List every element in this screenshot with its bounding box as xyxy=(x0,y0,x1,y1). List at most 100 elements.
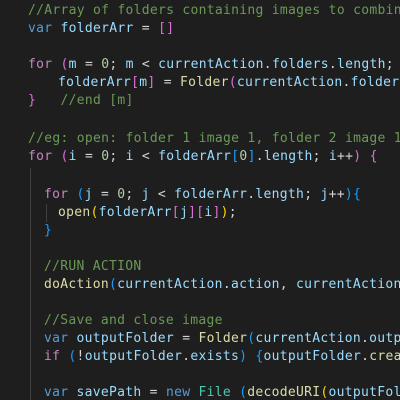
code-token-variable: folderArr xyxy=(98,205,172,220)
code-token-bracket1: ( xyxy=(320,385,329,400)
code-line[interactable]: if (!outputFolder.exists) {outputFolder.… xyxy=(44,348,400,366)
code-token-bracket3: ( xyxy=(76,187,85,202)
code-token-text: . xyxy=(222,277,231,292)
code-token-bracket2: [ xyxy=(171,205,180,220)
code-token-bracket3: ) xyxy=(344,187,353,202)
code-token-text: ; xyxy=(109,149,126,164)
code-token-keyword: new xyxy=(165,385,191,400)
code-token-text: < xyxy=(133,149,159,164)
code-line[interactable]: doAction(currentAction.action, currentAc… xyxy=(44,276,400,294)
code-token-variable: length xyxy=(336,57,386,72)
code-token-variable: currentAction xyxy=(158,57,264,72)
code-token-text: ++ xyxy=(328,187,345,202)
code-token-text: ; xyxy=(312,149,329,164)
code-line[interactable]: for (m = 0; m < currentAction.folders.le… xyxy=(28,56,400,74)
code-token-comment: //Array of folders containing images to … xyxy=(28,3,400,18)
code-token-text: , xyxy=(279,277,296,292)
code-line[interactable]: folderArr[m] = Folder(currentAction.fold… xyxy=(58,74,400,92)
code-token-text: ; xyxy=(109,57,126,72)
code-token-function: create xyxy=(369,349,400,364)
code-token-bracket2: ( xyxy=(60,149,69,164)
code-token-bracket2: ] xyxy=(147,75,156,90)
code-token-variable: outputFolder xyxy=(84,349,183,364)
code-token-text: = xyxy=(141,385,166,400)
code-token-comment: //end [m] xyxy=(60,93,134,108)
code-token-number: 0 xyxy=(239,149,248,164)
code-token-control: for xyxy=(28,149,53,164)
code-token-text: ; xyxy=(228,205,237,220)
code-line[interactable]: } xyxy=(44,222,52,240)
code-token-function: open xyxy=(58,205,91,220)
code-token-function: decodeURI xyxy=(247,385,321,400)
code-token-class: File xyxy=(198,385,231,400)
code-token-text: = xyxy=(92,187,118,202)
code-token-keyword: var xyxy=(44,331,69,346)
code-token-variable: savePath xyxy=(76,385,142,400)
code-token-text: . xyxy=(342,75,351,90)
code-line[interactable]: var folderArr = [] xyxy=(28,20,174,38)
code-token-function: doAction xyxy=(44,277,110,292)
code-token-variable: folders xyxy=(350,75,400,90)
code-token-text: = xyxy=(76,57,102,72)
code-token-bracket1: ) xyxy=(220,205,229,220)
code-token-bracket3: { xyxy=(353,187,362,202)
code-token-variable: folderArr xyxy=(174,187,248,202)
code-token-variable: length xyxy=(255,187,305,202)
code-line[interactable]: for (i = 0; i < folderArr[0].length; i++… xyxy=(28,148,378,166)
code-token-variable: j xyxy=(320,187,329,202)
code-token-variable: action xyxy=(230,277,280,292)
code-token-variable: m xyxy=(68,57,77,72)
code-line[interactable]: //Save and close image xyxy=(44,312,223,330)
code-token-variable: currentAction xyxy=(117,277,223,292)
code-token-text: . xyxy=(361,349,370,364)
code-token-text: = xyxy=(133,21,159,36)
code-line[interactable]: //Array of folders containing images to … xyxy=(28,2,400,20)
code-token-bracket2: } xyxy=(28,93,37,108)
code-token-variable: j xyxy=(141,187,150,202)
code-token-comment: //RUN ACTION xyxy=(44,259,142,274)
code-token-text: . xyxy=(255,149,264,164)
code-token-variable: outputFolder xyxy=(263,349,362,364)
code-editor[interactable]: //Array of folders containing images to … xyxy=(0,0,400,400)
code-line[interactable]: open(folderArr[j][i]); xyxy=(58,204,237,222)
code-token-text: ; xyxy=(125,187,142,202)
code-token-text: ! xyxy=(76,349,85,364)
code-token-variable: exists xyxy=(190,349,240,364)
code-token-variable: outputFolder xyxy=(76,331,175,346)
code-token-text: = xyxy=(155,75,180,90)
indent-guide xyxy=(30,168,31,400)
code-token-bracket3: ( xyxy=(68,349,77,364)
code-token-variable: folderArr xyxy=(158,149,232,164)
code-token-text: = xyxy=(174,331,199,346)
code-token-variable: folders xyxy=(271,57,329,72)
code-token-text: ++ xyxy=(337,149,354,164)
code-line[interactable]: } //end [m] xyxy=(28,92,134,110)
code-token-bracket3: ( xyxy=(109,277,118,292)
code-token-bracket3: { xyxy=(255,349,264,364)
code-token-variable: i xyxy=(125,149,134,164)
code-token-comment: //Save and close image xyxy=(44,313,223,328)
code-token-keyword: var xyxy=(28,21,53,36)
code-token-control: for xyxy=(44,187,69,202)
code-line[interactable]: //RUN ACTION xyxy=(44,258,142,276)
code-token-text: . xyxy=(361,331,370,346)
code-line[interactable]: for (j = 0; j < folderArr.length; j++){ xyxy=(44,186,361,204)
code-token-bracket3: } xyxy=(44,223,53,238)
indent-guide xyxy=(46,204,47,222)
code-line[interactable]: var outputFolder = Folder(currentAction.… xyxy=(44,330,400,348)
code-line[interactable]: var savePath = new File (decodeURI(outpu… xyxy=(44,384,400,400)
code-token-text: = xyxy=(76,149,102,164)
code-token-bracket2: { xyxy=(369,149,378,164)
code-token-variable: currentAction xyxy=(236,75,343,90)
code-token-keyword: var xyxy=(44,385,69,400)
code-area[interactable]: //Array of folders containing images to … xyxy=(0,0,400,400)
code-line[interactable]: //eg: open: folder 1 image 1, folder 2 i… xyxy=(28,130,400,148)
